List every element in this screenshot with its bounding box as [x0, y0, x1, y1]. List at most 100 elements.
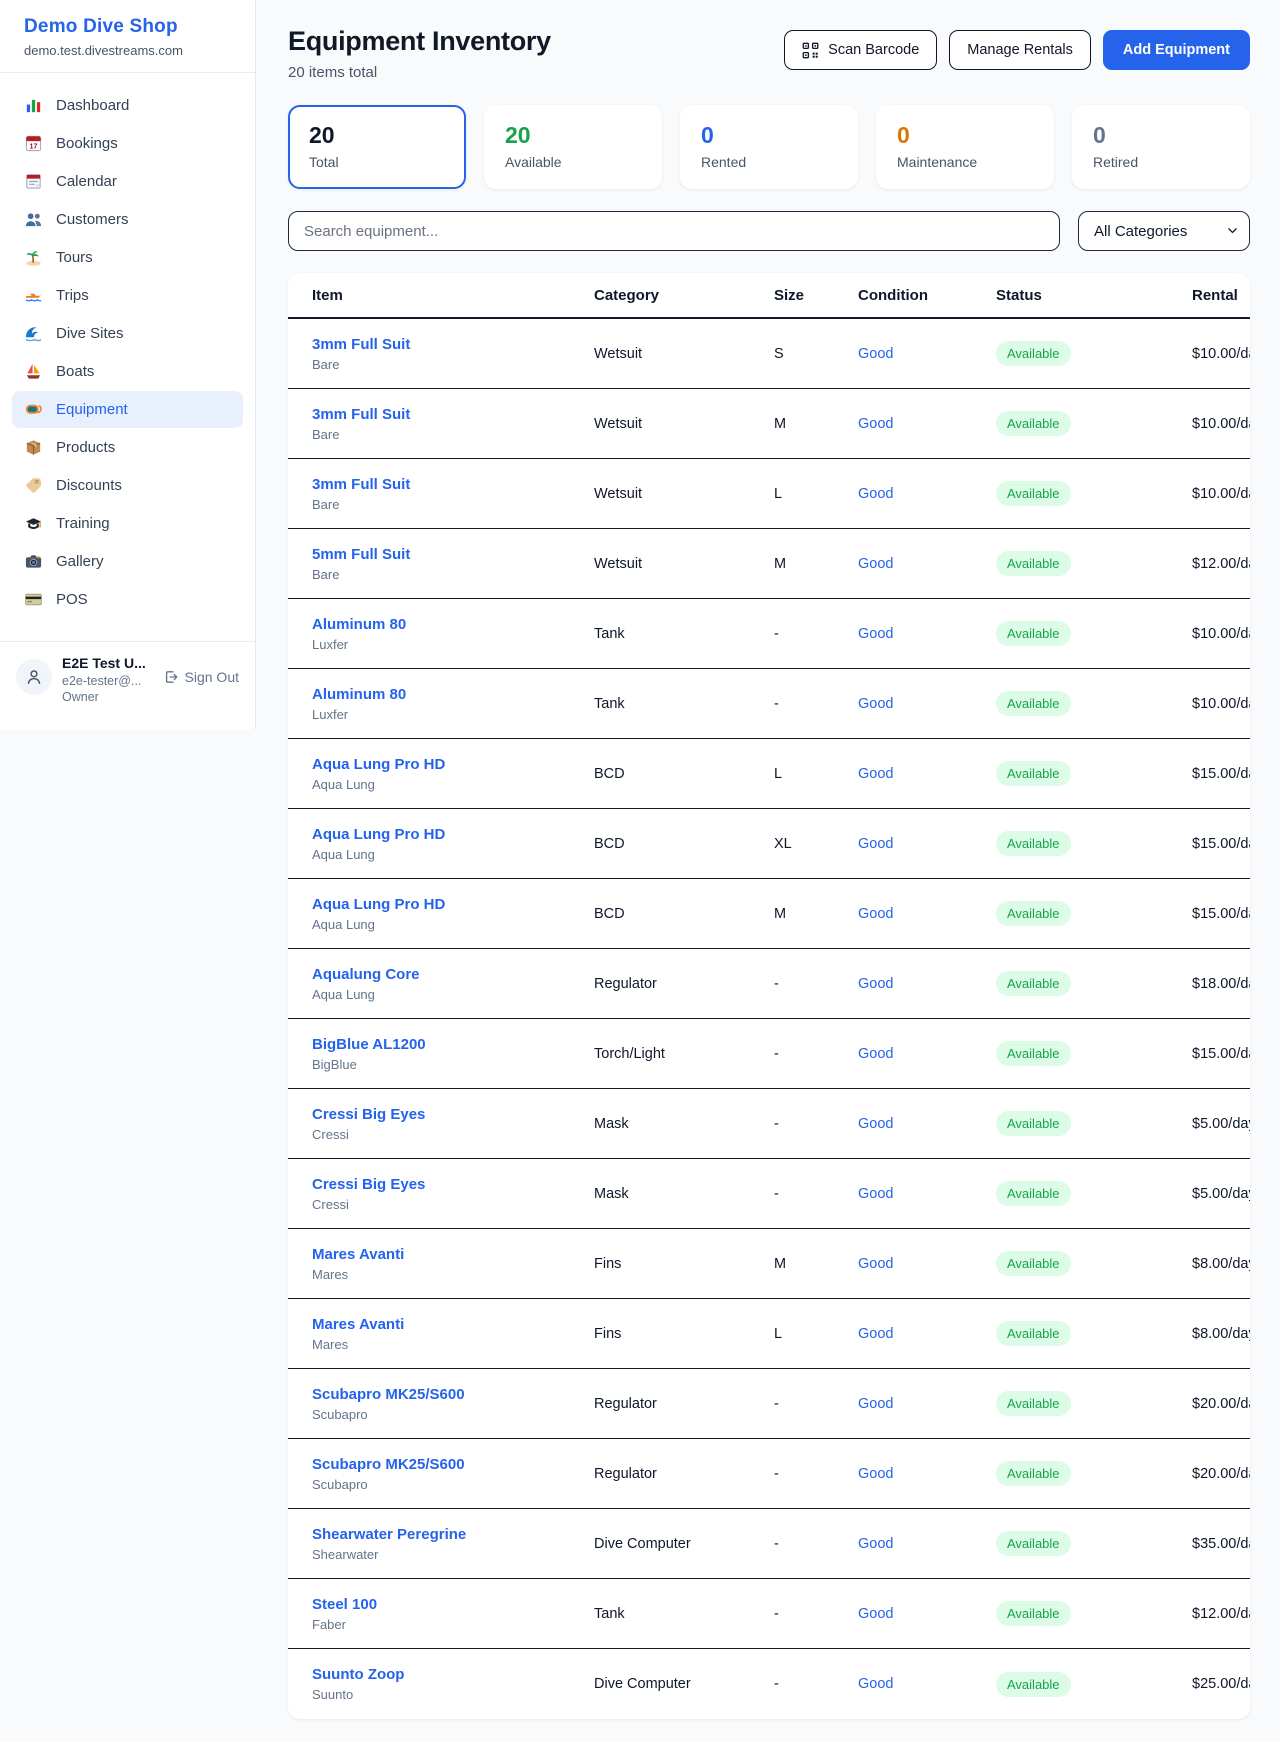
item-brand: Cressi [312, 1127, 594, 1142]
item-name-link[interactable]: 3mm Full Suit [312, 406, 594, 423]
item-condition-link[interactable]: Good [858, 836, 893, 852]
item-name-link[interactable]: 3mm Full Suit [312, 336, 594, 353]
item-name-link[interactable]: BigBlue AL1200 [312, 1036, 594, 1053]
table-row[interactable]: Aluminum 80 Luxfer Tank - Good Available… [288, 599, 1250, 669]
category-select[interactable]: All Categories [1078, 211, 1250, 251]
camera-icon [24, 552, 43, 571]
item-condition-link[interactable]: Good [858, 1466, 893, 1482]
table-row[interactable]: Aqua Lung Pro HD Aqua Lung BCD L Good Av… [288, 739, 1250, 809]
table-row[interactable]: Mares Avanti Mares Fins M Good Available… [288, 1229, 1250, 1299]
stat-card-maintenance[interactable]: 0 Maintenance [876, 105, 1054, 189]
sidebar-item-dashboard[interactable]: Dashboard [12, 87, 243, 124]
item-name-link[interactable]: Cressi Big Eyes [312, 1106, 594, 1123]
table-row[interactable]: Aluminum 80 Luxfer Tank - Good Available… [288, 669, 1250, 739]
table-row[interactable]: Cressi Big Eyes Cressi Mask - Good Avail… [288, 1089, 1250, 1159]
item-name-link[interactable]: Steel 100 [312, 1596, 594, 1613]
item-name-link[interactable]: Cressi Big Eyes [312, 1176, 594, 1193]
add-equipment-button[interactable]: Add Equipment [1103, 30, 1250, 70]
item-condition-link[interactable]: Good [858, 1326, 893, 1342]
graduation-cap-icon [24, 514, 43, 533]
sidebar-item-pos[interactable]: POS [12, 581, 243, 618]
item-name-link[interactable]: Aqua Lung Pro HD [312, 896, 594, 913]
scan-barcode-button[interactable]: Scan Barcode [784, 30, 937, 70]
sidebar-item-boats[interactable]: Boats [12, 353, 243, 390]
item-condition-link[interactable]: Good [858, 1676, 893, 1692]
item-condition-link[interactable]: Good [858, 766, 893, 782]
stat-card-total[interactable]: 20 Total [288, 105, 466, 189]
item-brand: Aqua Lung [312, 987, 594, 1002]
sidebar-item-gallery[interactable]: Gallery [12, 543, 243, 580]
table-row[interactable]: BigBlue AL1200 BigBlue Torch/Light - Goo… [288, 1019, 1250, 1089]
item-condition-link[interactable]: Good [858, 696, 893, 712]
manage-rentals-button[interactable]: Manage Rentals [949, 30, 1091, 70]
item-condition-link[interactable]: Good [858, 1536, 893, 1552]
brand-name[interactable]: Demo Dive Shop [24, 16, 231, 38]
item-name-link[interactable]: Suunto Zoop [312, 1666, 594, 1683]
table-row[interactable]: Steel 100 Faber Tank - Good Available $1… [288, 1579, 1250, 1649]
stats-row: 20 Total 20 Available 0 Rented 0 Mainten… [288, 105, 1250, 189]
item-condition-link[interactable]: Good [858, 976, 893, 992]
user-meta: E2E Test U... e2e-tester@... Owner [62, 655, 153, 704]
sidebar-item-training[interactable]: Training [12, 505, 243, 542]
column-header-status: Status [996, 287, 1192, 304]
sign-out-button[interactable]: Sign Out [163, 669, 239, 685]
item-name-link[interactable]: Scubapro MK25/S600 [312, 1456, 594, 1473]
item-brand: Bare [312, 567, 594, 582]
table-row[interactable]: 3mm Full Suit Bare Wetsuit M Good Availa… [288, 389, 1250, 459]
item-name-link[interactable]: Shearwater Peregrine [312, 1526, 594, 1543]
item-name-link[interactable]: Aqua Lung Pro HD [312, 826, 594, 843]
item-condition-link[interactable]: Good [858, 1186, 893, 1202]
table-row[interactable]: Suunto Zoop Suunto Dive Computer - Good … [288, 1649, 1250, 1719]
sidebar-item-tours[interactable]: Tours [12, 239, 243, 276]
item-condition-link[interactable]: Good [858, 906, 893, 922]
item-name-link[interactable]: Mares Avanti [312, 1246, 594, 1263]
item-condition-link[interactable]: Good [858, 626, 893, 642]
item-name-link[interactable]: Aluminum 80 [312, 616, 594, 633]
search-input[interactable] [288, 211, 1060, 251]
item-name-link[interactable]: Scubapro MK25/S600 [312, 1386, 594, 1403]
item-brand: Aqua Lung [312, 777, 594, 792]
item-condition-link[interactable]: Good [858, 1606, 893, 1622]
table-row[interactable]: Cressi Big Eyes Cressi Mask - Good Avail… [288, 1159, 1250, 1229]
sidebar-item-trips[interactable]: Trips [12, 277, 243, 314]
table-row[interactable]: Shearwater Peregrine Shearwater Dive Com… [288, 1509, 1250, 1579]
sidebar-item-discounts[interactable]: Discounts [12, 467, 243, 504]
table-row[interactable]: Scubapro MK25/S600 Scubapro Regulator - … [288, 1439, 1250, 1509]
sidebar-item-dive-sites[interactable]: Dive Sites [12, 315, 243, 352]
item-name-link[interactable]: Aqua Lung Pro HD [312, 756, 594, 773]
table-row[interactable]: Aqua Lung Pro HD Aqua Lung BCD M Good Av… [288, 879, 1250, 949]
item-condition-link[interactable]: Good [858, 1396, 893, 1412]
table-row[interactable]: Aqualung Core Aqua Lung Regulator - Good… [288, 949, 1250, 1019]
table-row[interactable]: Mares Avanti Mares Fins L Good Available… [288, 1299, 1250, 1369]
item-condition-link[interactable]: Good [858, 556, 893, 572]
sidebar-item-bookings[interactable]: 17 Bookings [12, 125, 243, 162]
item-brand: Shearwater [312, 1547, 594, 1562]
item-condition-link[interactable]: Good [858, 346, 893, 362]
item-condition-link[interactable]: Good [858, 1046, 893, 1062]
stat-card-rented[interactable]: 0 Rented [680, 105, 858, 189]
table-row[interactable]: 5mm Full Suit Bare Wetsuit M Good Availa… [288, 529, 1250, 599]
palm-island-icon [24, 248, 43, 267]
item-condition-link[interactable]: Good [858, 1256, 893, 1272]
item-condition-link[interactable]: Good [858, 416, 893, 432]
item-brand: Aqua Lung [312, 917, 594, 932]
item-condition-link[interactable]: Good [858, 486, 893, 502]
item-name-link[interactable]: Aqualung Core [312, 966, 594, 983]
stat-card-available[interactable]: 20 Available [484, 105, 662, 189]
sidebar-item-products[interactable]: Products [12, 429, 243, 466]
table-row[interactable]: 3mm Full Suit Bare Wetsuit S Good Availa… [288, 319, 1250, 389]
stat-card-retired[interactable]: 0 Retired [1072, 105, 1250, 189]
item-name-link[interactable]: Mares Avanti [312, 1316, 594, 1333]
sidebar-item-calendar[interactable]: Calendar [12, 163, 243, 200]
sidebar-item-equipment[interactable]: Equipment [12, 391, 243, 428]
item-condition-link[interactable]: Good [858, 1116, 893, 1132]
sidebar-item-customers[interactable]: Customers [12, 201, 243, 238]
table-row[interactable]: 3mm Full Suit Bare Wetsuit L Good Availa… [288, 459, 1250, 529]
item-name-link[interactable]: 5mm Full Suit [312, 546, 594, 563]
item-name-link[interactable]: 3mm Full Suit [312, 476, 594, 493]
stat-label: Rented [701, 154, 837, 170]
table-row[interactable]: Aqua Lung Pro HD Aqua Lung BCD XL Good A… [288, 809, 1250, 879]
item-name-link[interactable]: Aluminum 80 [312, 686, 594, 703]
item-category: Wetsuit [594, 486, 774, 502]
table-row[interactable]: Scubapro MK25/S600 Scubapro Regulator - … [288, 1369, 1250, 1439]
